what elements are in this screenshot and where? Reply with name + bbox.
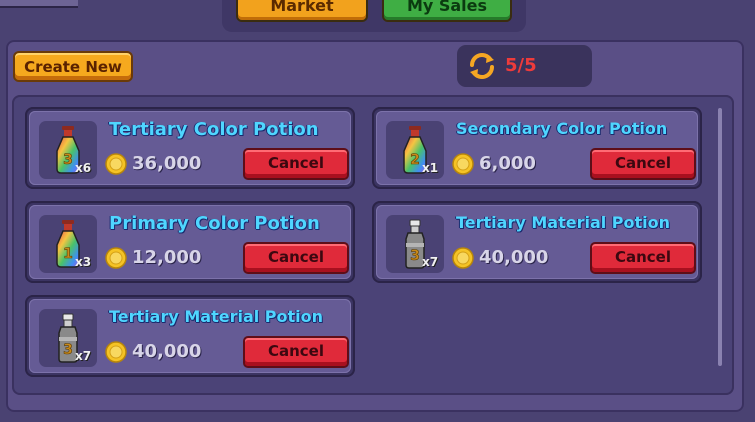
listing-title: Tertiary Material Potion [456, 213, 671, 232]
tab-bar: Market My Sales [222, 0, 526, 32]
listing-card-body: 3 x6 Tertiary Color Potion 36,000 Cancel [29, 111, 351, 185]
listing-price: 40,000 [132, 341, 202, 362]
coin-icon [452, 153, 474, 175]
svg-text:3: 3 [63, 342, 73, 358]
create-new-button[interactable]: Create New [13, 51, 133, 82]
svg-text:3: 3 [410, 248, 420, 264]
cancel-button[interactable]: Cancel [590, 242, 696, 274]
item-quantity: x7 [75, 349, 92, 363]
listings-scrollbar[interactable] [718, 108, 722, 366]
listing-card: 1 x3 Primary Color Potion 12,000 Cancel [25, 201, 355, 283]
svg-text:2: 2 [410, 152, 420, 168]
listing-title: Tertiary Material Potion [109, 307, 324, 326]
cancel-button[interactable]: Cancel [243, 336, 349, 368]
listing-card-body: 1 x3 Primary Color Potion 12,000 Cancel [29, 205, 351, 279]
coin-icon [105, 341, 127, 363]
listing-card: 2 x1 Secondary Color Potion 6,000 Cancel [372, 107, 702, 189]
listing-card-body: 3 x7 Tertiary Material Potion 40,000 Can… [376, 205, 698, 279]
slots-count: 5/5 [505, 55, 537, 76]
listing-card: 3 x7 Tertiary Material Potion 40,000 Can… [372, 201, 702, 283]
item-quantity: x6 [75, 161, 92, 175]
listing-slots-counter: 5/5 [457, 45, 592, 87]
svg-text:1: 1 [63, 246, 73, 262]
tab-my-sales[interactable]: My Sales [382, 0, 512, 22]
cancel-button[interactable]: Cancel [243, 148, 349, 180]
listing-card-body: 2 x1 Secondary Color Potion 6,000 Cancel [376, 111, 698, 185]
listing-card: 3 x7 Tertiary Material Potion 40,000 Can… [25, 295, 355, 377]
tab-market[interactable]: Market [236, 0, 368, 22]
cancel-button[interactable]: Cancel [243, 242, 349, 274]
listing-card-body: 3 x7 Tertiary Material Potion 40,000 Can… [29, 299, 351, 373]
listing-title: Primary Color Potion [109, 213, 320, 234]
top-left-panel-edge [0, 0, 78, 8]
refresh-icon[interactable] [467, 51, 497, 81]
listing-price: 12,000 [132, 247, 202, 268]
coin-icon [105, 247, 127, 269]
listing-price: 6,000 [479, 153, 536, 174]
listing-card: 3 x6 Tertiary Color Potion 36,000 Cancel [25, 107, 355, 189]
item-quantity: x1 [422, 161, 439, 175]
coin-icon [105, 153, 127, 175]
svg-text:3: 3 [63, 152, 73, 168]
item-quantity: x7 [422, 255, 439, 269]
cancel-button[interactable]: Cancel [590, 148, 696, 180]
listing-title: Secondary Color Potion [456, 119, 668, 138]
listing-price: 36,000 [132, 153, 202, 174]
listing-title: Tertiary Color Potion [109, 119, 319, 140]
item-quantity: x3 [75, 255, 92, 269]
listing-price: 40,000 [479, 247, 549, 268]
coin-icon [452, 247, 474, 269]
